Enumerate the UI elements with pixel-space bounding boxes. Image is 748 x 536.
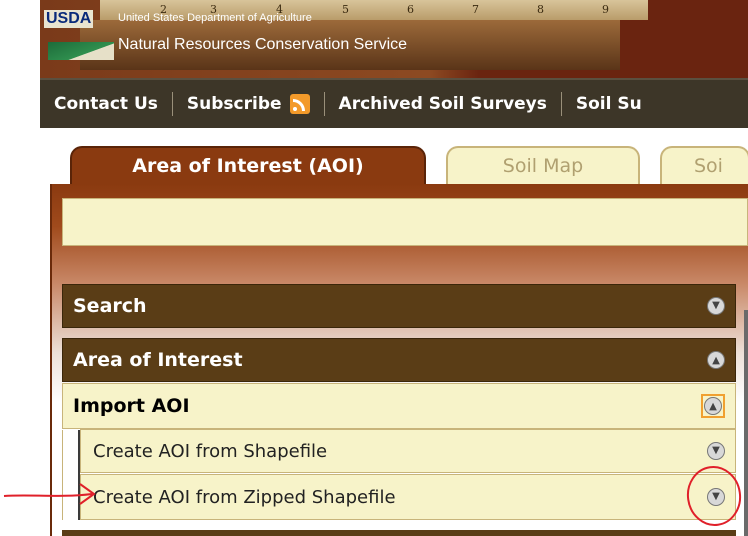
red-arrow-shaft <box>3 493 93 497</box>
red-highlight-circle <box>686 466 742 526</box>
annotation-layer <box>3 466 742 526</box>
